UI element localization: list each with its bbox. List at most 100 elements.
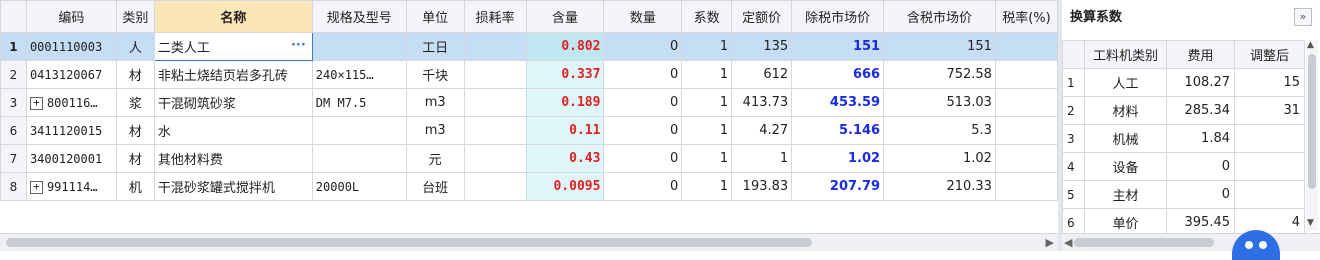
incl-tax-price-cell[interactable]: 513.03 xyxy=(883,88,996,117)
corner-cell[interactable] xyxy=(0,0,27,33)
loss-rate-cell[interactable] xyxy=(463,144,527,173)
loss-rate-cell[interactable] xyxy=(463,60,527,89)
col-header-name[interactable]: 名称 xyxy=(153,0,313,33)
unit-cell[interactable]: 工日 xyxy=(405,32,465,61)
adjusted-cell[interactable] xyxy=(1234,180,1305,209)
col-header-material-category[interactable]: 工料机类别 xyxy=(1084,40,1167,69)
quantity-cell[interactable]: 0 xyxy=(603,32,683,61)
col-header-coefficient[interactable]: 系数 xyxy=(681,0,733,33)
corner-cell[interactable] xyxy=(1062,40,1085,69)
quota-price-cell[interactable]: 135 xyxy=(731,32,793,61)
col-header-adjusted[interactable]: 调整后 xyxy=(1234,40,1305,69)
content-cell[interactable]: 0.189 xyxy=(525,88,605,117)
col-header-content[interactable]: 含量 xyxy=(525,0,605,33)
code-cell[interactable]: +800116… xyxy=(25,88,117,117)
vertical-scrollbar[interactable]: ▲ ▼ xyxy=(1306,40,1318,231)
excl-tax-price-cell[interactable]: 207.79 xyxy=(791,172,885,201)
list-item[interactable]: 5 主材 0 xyxy=(1062,180,1305,209)
category-cell[interactable]: 主材 xyxy=(1084,180,1167,209)
category-cell[interactable]: 浆 xyxy=(115,88,155,117)
row-number[interactable]: 3 xyxy=(0,88,27,117)
tax-rate-cell[interactable] xyxy=(994,60,1058,89)
row-number[interactable]: 2 xyxy=(0,60,27,89)
excl-tax-price-cell[interactable]: 5.146 xyxy=(791,116,885,145)
incl-tax-price-cell[interactable]: 1.02 xyxy=(883,144,996,173)
col-header-code[interactable]: 编码 xyxy=(25,0,117,33)
tax-rate-cell[interactable] xyxy=(994,172,1058,201)
content-cell[interactable]: 0.337 xyxy=(525,60,605,89)
adjusted-cell[interactable] xyxy=(1234,124,1305,153)
col-header-fee[interactable]: 费用 xyxy=(1166,40,1235,69)
fee-cell[interactable]: 0 xyxy=(1166,152,1235,181)
coefficient-cell[interactable]: 1 xyxy=(681,88,733,117)
table-row[interactable]: 1 0001110003 人 二类人工 ··· 工日 0.802 0 1 135 … xyxy=(0,32,1058,61)
col-header-excl-tax-price[interactable]: 除税市场价 xyxy=(791,0,885,33)
scrollbar-thumb[interactable] xyxy=(6,238,812,247)
scrollbar-thumb[interactable] xyxy=(1074,238,1214,247)
category-cell[interactable]: 材 xyxy=(115,144,155,173)
quota-price-cell[interactable]: 413.73 xyxy=(731,88,793,117)
incl-tax-price-cell[interactable]: 5.3 xyxy=(883,116,996,145)
scroll-down-arrow-icon[interactable]: ▼ xyxy=(1307,218,1314,228)
row-number[interactable]: 1 xyxy=(0,32,27,61)
spec-cell[interactable] xyxy=(311,144,407,173)
fee-cell[interactable]: 285.34 xyxy=(1166,96,1235,125)
col-header-incl-tax-price[interactable]: 含税市场价 xyxy=(883,0,996,33)
table-row[interactable]: 3 +800116… 浆 干混砌筑砂浆 DM M7.5 m3 0.189 0 1… xyxy=(0,88,1058,117)
fee-cell[interactable]: 0 xyxy=(1166,180,1235,209)
spec-cell[interactable]: DM M7.5 xyxy=(311,88,407,117)
col-header-quantity[interactable]: 数量 xyxy=(603,0,683,33)
loss-rate-cell[interactable] xyxy=(463,32,527,61)
double-chevron-right-icon[interactable]: » xyxy=(1294,8,1312,26)
coefficient-cell[interactable]: 1 xyxy=(681,32,733,61)
table-row[interactable]: 2 0413120067 材 非粘土烧结页岩多孔砖 240×115… 千块 0.… xyxy=(0,60,1058,89)
name-cell[interactable]: 水 xyxy=(153,116,313,145)
quantity-cell[interactable]: 0 xyxy=(603,144,683,173)
expand-plus-icon[interactable]: + xyxy=(29,180,43,194)
row-index[interactable]: 3 xyxy=(1062,124,1085,153)
loss-rate-cell[interactable] xyxy=(463,88,527,117)
category-cell[interactable]: 材 xyxy=(115,60,155,89)
category-cell[interactable]: 材料 xyxy=(1084,96,1167,125)
coefficient-cell[interactable]: 1 xyxy=(681,172,733,201)
spec-cell[interactable]: 20000L xyxy=(311,172,407,201)
panel-horizontal-scrollbar[interactable]: ◀ xyxy=(1062,233,1320,251)
col-header-spec[interactable]: 规格及型号 xyxy=(311,0,407,33)
quantity-cell[interactable]: 0 xyxy=(603,60,683,89)
incl-tax-price-cell[interactable]: 752.58 xyxy=(883,60,996,89)
row-index[interactable]: 1 xyxy=(1062,68,1085,97)
row-number[interactable]: 7 xyxy=(0,144,27,173)
col-header-unit[interactable]: 单位 xyxy=(405,0,465,33)
incl-tax-price-cell[interactable]: 210.33 xyxy=(883,172,996,201)
unit-cell[interactable]: m3 xyxy=(405,116,465,145)
quota-price-cell[interactable]: 193.83 xyxy=(731,172,793,201)
name-cell[interactable]: 干混砂浆罐式搅拌机 xyxy=(153,172,313,201)
name-cell[interactable]: 其他材料费 xyxy=(153,144,313,173)
quota-price-cell[interactable]: 1 xyxy=(731,144,793,173)
tax-rate-cell[interactable] xyxy=(994,116,1058,145)
table-row[interactable]: 6 3411120015 材 水 m3 0.11 0 1 4.27 5.146 … xyxy=(0,116,1058,145)
ellipsis-icon[interactable]: ··· xyxy=(291,38,306,53)
list-item[interactable]: 3 机械 1.84 xyxy=(1062,124,1305,153)
quota-price-cell[interactable]: 4.27 xyxy=(731,116,793,145)
content-cell[interactable]: 0.11 xyxy=(525,116,605,145)
row-number[interactable]: 6 xyxy=(0,116,27,145)
spec-cell[interactable]: 240×115… xyxy=(311,60,407,89)
code-cell[interactable]: 3400120001 xyxy=(25,144,117,173)
list-item[interactable]: 1 人工 108.27 15 xyxy=(1062,68,1305,97)
quantity-cell[interactable]: 0 xyxy=(603,116,683,145)
list-item[interactable]: 4 设备 0 xyxy=(1062,152,1305,181)
table-row[interactable]: 7 3400120001 材 其他材料费 元 0.43 0 1 1 1.02 1… xyxy=(0,144,1058,173)
content-cell[interactable]: 0.0095 xyxy=(525,172,605,201)
excl-tax-price-cell[interactable]: 151 xyxy=(791,32,885,61)
list-item[interactable]: 2 材料 285.34 31 xyxy=(1062,96,1305,125)
unit-cell[interactable]: 千块 xyxy=(405,60,465,89)
adjusted-cell[interactable] xyxy=(1234,152,1305,181)
name-cell[interactable]: 干混砌筑砂浆 xyxy=(153,88,313,117)
loss-rate-cell[interactable] xyxy=(463,116,527,145)
fee-cell[interactable]: 1.84 xyxy=(1166,124,1235,153)
incl-tax-price-cell[interactable]: 151 xyxy=(883,32,996,61)
name-cell-editing[interactable]: 二类人工 ··· xyxy=(153,32,313,61)
unit-cell[interactable]: 元 xyxy=(405,144,465,173)
col-header-loss-rate[interactable]: 损耗率 xyxy=(463,0,527,33)
